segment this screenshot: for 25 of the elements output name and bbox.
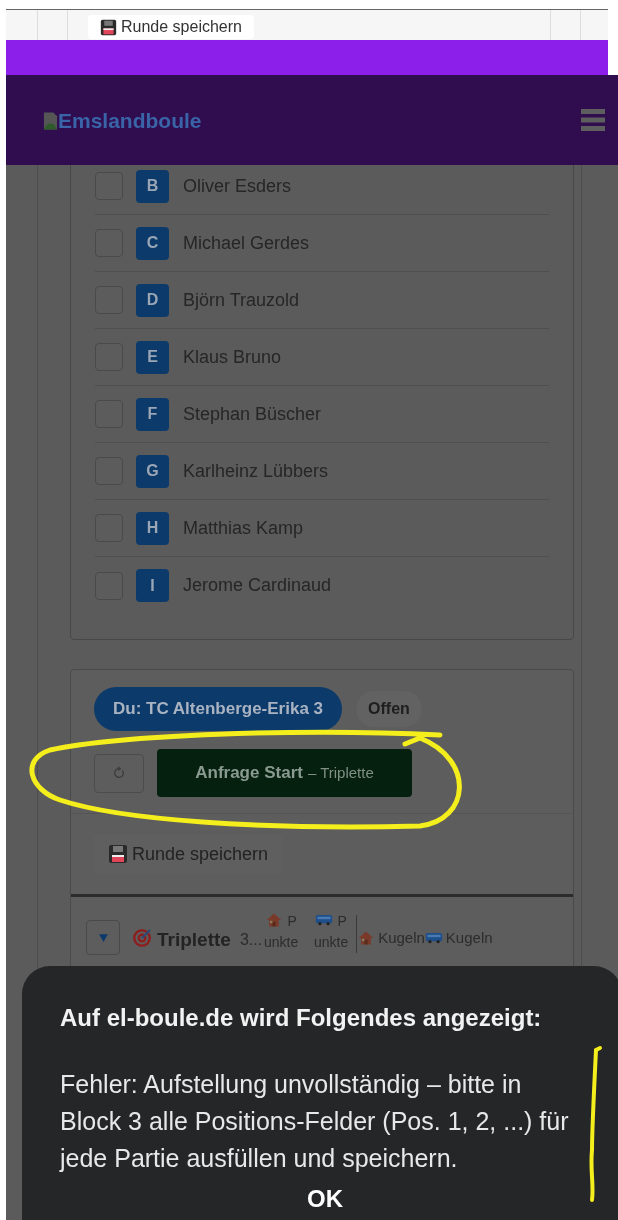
menu-icon: [581, 108, 605, 132]
letter-badge: F: [136, 397, 169, 431]
target-icon: [132, 928, 152, 948]
letter-badge: G: [136, 454, 169, 488]
team-pill: Du: TC Altenberge-Erika 3: [94, 687, 343, 731]
expand-button[interactable]: [86, 920, 120, 955]
bus-icon: [315, 912, 334, 928]
save-button[interactable]: Runde speichern: [88, 15, 254, 39]
caret-icon: [97, 932, 109, 943]
refresh-icon: [112, 766, 126, 780]
dialog-title: Auf el-boule.de wird Folgendes angezeigt:: [60, 1004, 543, 1032]
letter-badge: I: [136, 569, 169, 602]
house-icon: [265, 912, 284, 928]
letter-badge: B: [136, 169, 169, 203]
dialog-message: Fehler: Aufstellung unvollständig – bitte in Block 3 alle Positions-Felder (Pos. 1, 2, ...) für jede Partie ausfüllen und speichern.: [60, 1069, 570, 1174]
ok-button[interactable]: OK: [299, 1185, 351, 1213]
house-icon: [357, 930, 376, 947]
game-label: Triplette: [157, 928, 231, 952]
request-start-button[interactable]: Anfrage Start – Triplette: [157, 749, 412, 797]
letter-badge: E: [136, 340, 169, 374]
letter-badge: D: [136, 283, 169, 317]
status-pill: Offen: [356, 691, 422, 727]
letter-badge: H: [136, 511, 169, 545]
letter-badge: C: [136, 226, 169, 260]
refresh-button[interactable]: [94, 753, 144, 793]
